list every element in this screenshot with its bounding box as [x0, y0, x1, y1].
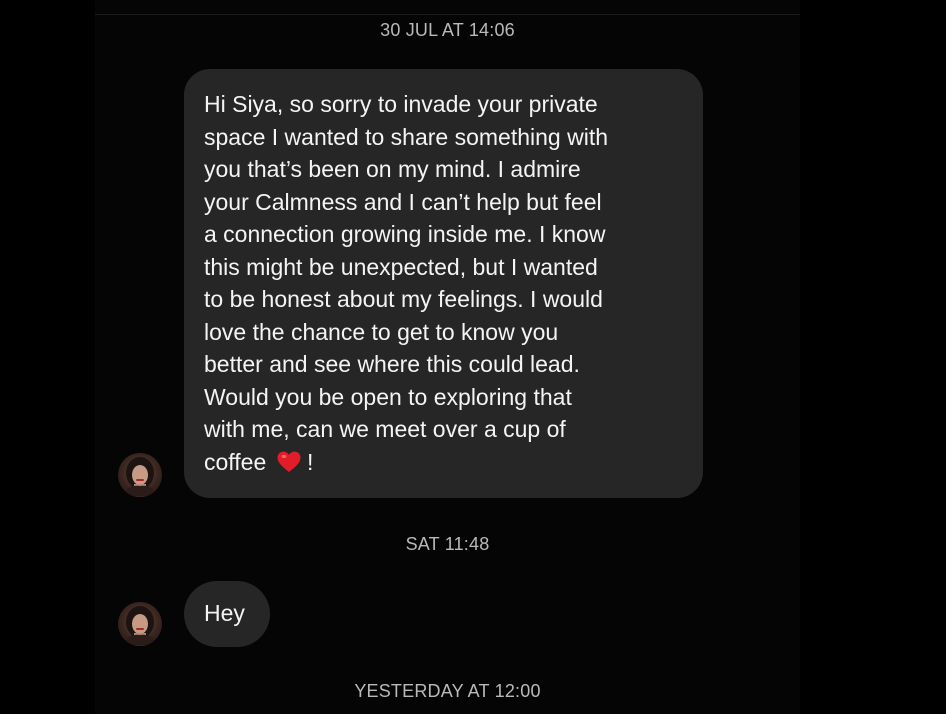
message-line: space I wanted to share something with [204, 123, 609, 150]
message-text-exclamation: ! [307, 448, 314, 475]
message-bubble-hey[interactable]: Hey [184, 581, 270, 647]
heart-icon [277, 451, 301, 472]
message-line: a connection growing inside me. I know [204, 221, 606, 247]
message-text-hey: Hey [204, 600, 245, 626]
avatar-photo [124, 457, 156, 497]
timestamp-30-jul: 30 JUL AT 14:06 [380, 20, 515, 40]
timestamp-sat: SAT 11:48 [405, 534, 490, 554]
message-text-coffee: coffee [204, 448, 267, 475]
message-line: Hi Siya, so sorry to invade your private [204, 91, 598, 117]
timestamp-yesterday: YESTERDAY AT 12:00 [354, 681, 541, 701]
message-bubble-long[interactable]: Hi Siya, so sorry to invade your private… [184, 69, 703, 498]
avatar-photo [124, 606, 156, 646]
message-line: you that’s been on my mind. I admire [204, 156, 581, 182]
top-divider [95, 14, 800, 15]
message-line: to be honest about my feelings. I would [204, 286, 603, 312]
message-line: better and see where this could lead. [204, 351, 580, 377]
message-line: this might be unexpected, but I wanted [204, 253, 598, 280]
message-line: with me, can we meet over a cup of [204, 416, 566, 442]
message-line: your Calmness and I can’t help but feel [204, 188, 602, 215]
avatar[interactable] [118, 602, 162, 646]
message-line: love the chance to get to know you [204, 318, 559, 345]
avatar[interactable] [118, 453, 162, 497]
message-line: Would you be open to exploring that [204, 383, 572, 410]
message-line-last: coffee ! [204, 446, 693, 479]
